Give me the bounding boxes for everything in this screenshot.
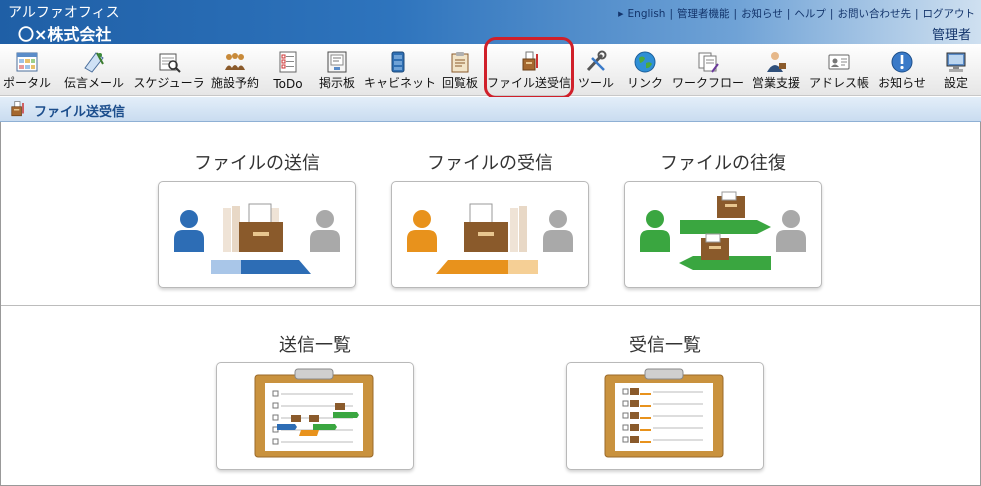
- address-book-icon: [828, 54, 850, 70]
- triangle-bullet-icon: ▶: [618, 9, 624, 18]
- file-roundtrip-card[interactable]: [624, 181, 822, 288]
- portal-icon: [16, 52, 38, 72]
- circular-icon: [451, 52, 469, 73]
- separator: |: [786, 7, 791, 20]
- toolbar-label: スケジューラ: [133, 76, 205, 90]
- sent-list-title: 送信一覧: [279, 335, 351, 356]
- send-title: ファイルの送信: [194, 153, 320, 174]
- contact-link[interactable]: お問い合わせ先: [837, 6, 911, 21]
- todo-icon: [279, 51, 297, 73]
- toolbar-notice[interactable]: お知らせ: [874, 44, 930, 96]
- section-header: ファイル送受信: [0, 97, 981, 122]
- toolbar-label: ToDo: [273, 77, 303, 91]
- user-name: 管理者: [931, 28, 971, 43]
- content-area: [0, 122, 981, 486]
- toolbar-label: ワークフロー: [672, 76, 745, 90]
- toolbar-label: 施設予約: [210, 76, 259, 90]
- cabinet-icon: [391, 51, 405, 73]
- highlight-frame: [484, 37, 574, 99]
- sent-list-clipboard-illustration: [254, 368, 374, 458]
- app-name: アルファオフィス: [8, 5, 120, 21]
- toolbar-label: ツール: [577, 76, 614, 90]
- file-receive-card[interactable]: [391, 181, 589, 288]
- separator: |: [829, 7, 834, 20]
- facility-reservation-icon: [225, 53, 245, 70]
- toolbar-todo[interactable]: ToDo: [268, 44, 308, 96]
- scheduler-icon: [159, 53, 181, 73]
- tools-icon: [586, 50, 607, 72]
- file-send-illustration: [174, 203, 340, 274]
- bulletin-board-icon: [327, 51, 347, 73]
- toolbar-link[interactable]: リンク: [624, 44, 666, 96]
- toolbar-bulletin-board[interactable]: 掲示板: [314, 44, 360, 96]
- help-link[interactable]: ヘルプ: [794, 6, 826, 21]
- sales-support-icon: [767, 52, 786, 72]
- toolbar-label: 回覧板: [441, 76, 478, 90]
- logout-link[interactable]: ログアウト: [923, 6, 976, 21]
- file-transfer-icon: [11, 101, 24, 117]
- toolbar-label: お知らせ: [878, 76, 926, 90]
- toolbar-label: リンク: [626, 76, 663, 90]
- toolbar-cabinet[interactable]: キャビネット: [364, 44, 437, 96]
- toolbar-label: 掲示板: [318, 76, 355, 90]
- received-list-clipboard-illustration: [604, 368, 724, 458]
- company-name: 〇×株式会社: [18, 25, 112, 44]
- toolbar-tools[interactable]: ツール: [576, 44, 616, 96]
- notice-link[interactable]: お知らせ: [741, 6, 783, 21]
- file-send-card[interactable]: [158, 181, 356, 288]
- file-roundtrip-illustration: [640, 191, 806, 270]
- top-links: ▶ English | 管理者機能 | お知らせ | ヘルプ | お問い合わせ先…: [618, 6, 975, 21]
- link-globe-icon: [634, 51, 656, 73]
- section-divider: [1, 305, 980, 306]
- toolbar-label: 設定: [943, 76, 968, 90]
- toolbar-scheduler[interactable]: スケジューラ: [130, 44, 208, 96]
- received-list-card[interactable]: [566, 362, 764, 470]
- toolbar-facility-reservation[interactable]: 施設予約: [210, 44, 260, 96]
- toolbar-settings[interactable]: 設定: [936, 44, 976, 96]
- receive-title: ファイルの受信: [427, 153, 553, 174]
- toolbar-portal[interactable]: ポータル: [2, 44, 52, 96]
- toolbar-label: ポータル: [2, 76, 51, 90]
- workflow-icon: [698, 52, 719, 73]
- toolbar-circular[interactable]: 回覧板: [436, 44, 484, 96]
- settings-icon: [946, 52, 966, 72]
- roundtrip-title: ファイルの往復: [660, 153, 786, 174]
- english-link[interactable]: English: [628, 8, 666, 20]
- toolbar-workflow[interactable]: ワークフロー: [672, 44, 744, 96]
- file-receive-illustration: [407, 203, 573, 274]
- separator: |: [669, 7, 674, 20]
- toolbar-sales-support[interactable]: 営業支援: [750, 44, 802, 96]
- received-list-title: 受信一覧: [629, 335, 701, 356]
- separator: |: [914, 7, 919, 20]
- separator: |: [733, 7, 738, 20]
- toolbar-label: アドレス帳: [808, 76, 869, 90]
- toolbar-label: 伝言メール: [63, 76, 124, 90]
- sent-list-card[interactable]: [216, 362, 414, 470]
- toolbar-message-mail[interactable]: 伝言メール: [60, 44, 128, 96]
- message-mail-icon: [84, 52, 104, 73]
- admin-functions-link[interactable]: 管理者機能: [677, 6, 730, 21]
- notice-icon: [891, 51, 913, 73]
- toolbar-address-book[interactable]: アドレス帳: [808, 44, 870, 96]
- page-title: ファイル送受信: [34, 105, 126, 120]
- toolbar-label: キャビネット: [364, 76, 437, 90]
- toolbar-label: 営業支援: [751, 76, 800, 90]
